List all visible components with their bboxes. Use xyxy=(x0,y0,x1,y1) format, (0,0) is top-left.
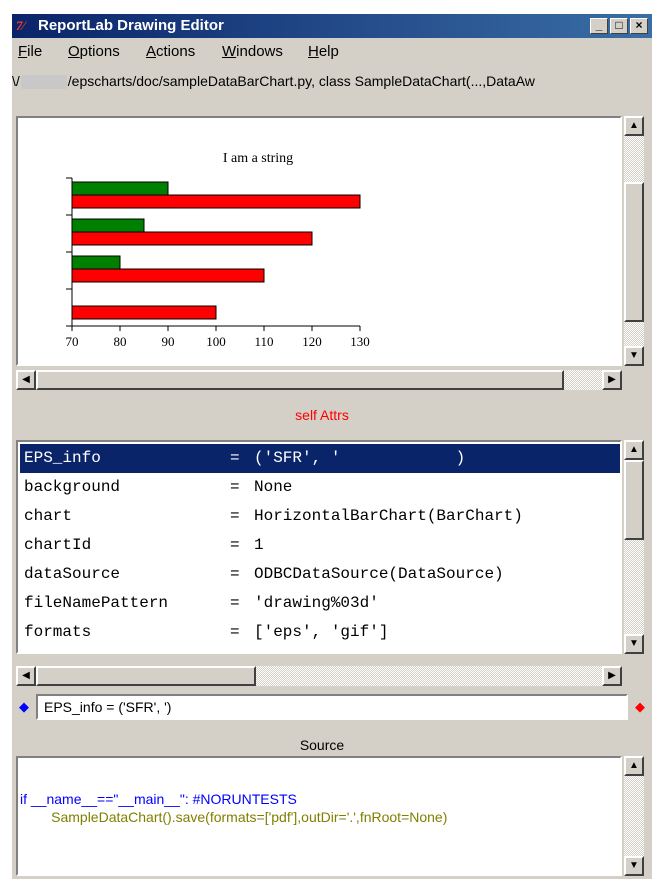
canvas-hscroll-thumb[interactable] xyxy=(36,370,564,390)
attrs-hscroll-thumb[interactable] xyxy=(36,666,256,686)
scroll-up-icon[interactable]: ▲ xyxy=(624,440,644,460)
window-title: ReportLab Drawing Editor xyxy=(38,17,224,34)
scroll-right-icon[interactable]: ▶ xyxy=(602,370,622,390)
menu-file[interactable]: File xyxy=(18,43,42,61)
source-label: Source xyxy=(299,737,345,753)
menu-actions[interactable]: Actions xyxy=(146,43,195,61)
bar-red-1 xyxy=(71,194,361,209)
bar-chart: I am a string 70 80 90 100 110 120 130 xyxy=(66,151,370,349)
x-tick-label: 110 xyxy=(254,334,273,349)
attr-row-background[interactable]: background = None xyxy=(20,473,620,502)
bar-green-3 xyxy=(71,255,121,270)
bar-red-3 xyxy=(71,268,265,283)
scroll-left-icon[interactable]: ◀ xyxy=(16,370,36,390)
x-tick-label: 120 xyxy=(302,334,322,349)
attr-row-eps-info[interactable]: EPS_info = ('SFR', ' ) xyxy=(20,444,620,473)
scroll-up-icon[interactable]: ▲ xyxy=(624,756,644,776)
app-window: 7⁄ ReportLab Drawing Editor _ □ × File O… xyxy=(12,14,652,879)
menu-windows[interactable]: Windows xyxy=(222,43,283,61)
maximize-button[interactable]: □ xyxy=(610,18,628,34)
scroll-down-icon[interactable]: ▼ xyxy=(624,856,644,876)
scroll-left-icon[interactable]: ◀ xyxy=(16,666,36,686)
attr-row-filenamepattern[interactable]: fileNamePattern = 'drawing%03d' xyxy=(20,589,620,618)
drawing-canvas[interactable]: I am a string 70 80 90 100 110 120 130 xyxy=(16,116,622,366)
attrs-hscrollbar[interactable]: ◀ ▶ xyxy=(16,666,622,686)
canvas-vscrollbar[interactable]: ▲ ▼ xyxy=(624,116,644,366)
menu-help[interactable]: Help xyxy=(308,43,339,61)
bar-green-1 xyxy=(71,181,169,196)
arrow-up-red-icon[interactable]: ◆ xyxy=(632,698,648,716)
file-path-label: \//epscharts/doc/sampleDataBarChart.py, … xyxy=(12,73,535,90)
attr-row-chart[interactable]: chart = HorizontalBarChart(BarChart) xyxy=(20,502,620,531)
attrs-vscrollbar[interactable]: ▲ ▼ xyxy=(624,440,644,654)
source-vscrollbar[interactable]: ▲ ▼ xyxy=(624,756,644,876)
scroll-right-icon[interactable]: ▶ xyxy=(602,666,622,686)
source-line-2: SampleDataChart().save(formats=['pdf'],o… xyxy=(20,809,448,825)
close-button[interactable]: × xyxy=(630,18,648,34)
attr-edit-field[interactable]: EPS_info = ('SFR', ') xyxy=(36,694,628,720)
canvas-vscroll-thumb[interactable] xyxy=(624,182,644,322)
scroll-down-icon[interactable]: ▼ xyxy=(624,346,644,366)
x-tick-label: 90 xyxy=(162,334,175,349)
source-text[interactable]: if __name__=="__main__": #NORUNTESTS Sam… xyxy=(16,756,622,876)
redacted-block xyxy=(20,75,67,90)
x-tick-label: 130 xyxy=(350,334,370,349)
bar-green-2 xyxy=(71,218,145,233)
canvas-hscrollbar[interactable]: ◀ ▶ xyxy=(16,370,622,390)
self-attrs-label: self Attrs xyxy=(295,407,349,423)
x-tick-label: 70 xyxy=(66,334,79,349)
x-tick-label: 100 xyxy=(206,334,226,349)
attr-row-chartid[interactable]: chartId = 1 xyxy=(20,531,620,560)
tk-logo-icon: 7⁄ xyxy=(16,18,25,33)
attr-row-formats[interactable]: formats = ['eps', 'gif'] xyxy=(20,618,620,647)
scroll-up-icon[interactable]: ▲ xyxy=(624,116,644,136)
scroll-down-icon[interactable]: ▼ xyxy=(624,634,644,654)
x-tick-label: 80 xyxy=(114,334,127,349)
source-line-1: if __name__=="__main__": #NORUNTESTS xyxy=(20,791,297,807)
attrs-vscroll-thumb[interactable] xyxy=(624,460,644,540)
menu-bar: File Options Actions Windows Help xyxy=(12,40,652,64)
minimize-button[interactable]: _ xyxy=(590,18,608,34)
attrs-list[interactable]: EPS_info = ('SFR', ' ) background = None… xyxy=(16,440,622,654)
bar-red-2 xyxy=(71,231,313,246)
chart-title: I am a string xyxy=(223,151,293,166)
arrow-down-blue-icon[interactable]: ◆ xyxy=(16,698,32,716)
bar-red-4 xyxy=(71,305,217,320)
attr-row-datasource[interactable]: dataSource = ODBCDataSource(DataSource) xyxy=(20,560,620,589)
menu-options[interactable]: Options xyxy=(68,43,120,61)
